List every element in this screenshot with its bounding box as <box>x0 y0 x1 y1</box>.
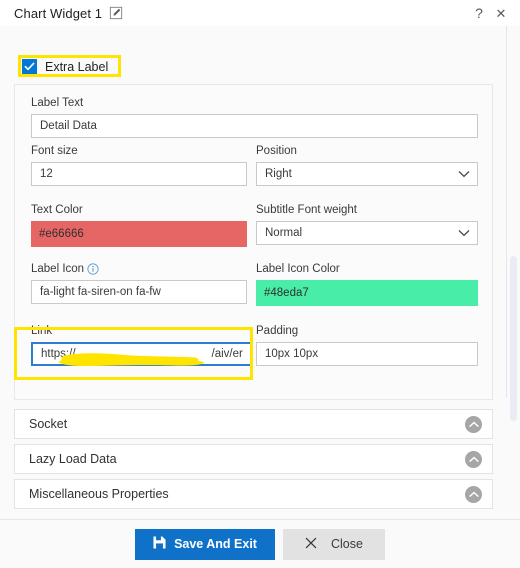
close-button-label: Close <box>330 537 363 551</box>
dialog-body: Extra Label Label Text Detail Data Font … <box>0 26 520 519</box>
field-subtitle-font-weight: Subtitle Font weight Normal <box>256 204 478 245</box>
dialog-titlebar: Chart Widget 1 ? ✕ <box>0 0 520 26</box>
accordion-socket-label: Socket <box>29 417 68 431</box>
settings-grid: Label Text Detail Data Font size 12 Posi… <box>15 85 492 399</box>
link-value-suffix: /aiv/er <box>211 348 243 360</box>
help-button[interactable]: ? <box>468 2 490 24</box>
chevron-up-icon[interactable] <box>465 415 482 433</box>
extra-label-label: Extra Label <box>45 59 109 74</box>
subtitle-font-weight-select-wrap: Normal <box>256 221 478 245</box>
text-color-label: Text Color <box>31 204 83 216</box>
save-and-exit-label: Save And Exit <box>174 537 257 551</box>
field-label-text: Label Text Detail Data <box>31 97 478 138</box>
scrollbar-thumb[interactable] <box>510 256 517 421</box>
close-x-icon <box>305 537 317 552</box>
dialog-title: Chart Widget 1 <box>14 5 103 21</box>
close-button[interactable]: Close <box>282 528 385 560</box>
position-select[interactable]: Right <box>256 162 478 186</box>
extra-label-settings-card: Label Text Detail Data Font size 12 Posi… <box>14 84 493 400</box>
field-padding: Padding 10px 10px <box>256 325 478 366</box>
label-icon-input[interactable]: fa-light fa-siren-on fa-fw <box>31 280 247 304</box>
accordion-miscellaneous-properties-label: Miscellaneous Properties <box>29 487 169 501</box>
info-circle-icon[interactable] <box>87 263 99 275</box>
accordion-miscellaneous-properties[interactable]: Miscellaneous Properties <box>14 479 493 509</box>
edit-pencil-icon[interactable] <box>108 6 123 21</box>
chart-widget-dialog: Chart Widget 1 ? ✕ Extra Label Label Tex… <box>0 0 520 568</box>
settings-scroll-pane: Extra Label Label Text Detail Data Font … <box>0 26 520 519</box>
extra-label-checkbox[interactable] <box>22 59 37 74</box>
dialog-footer: Save And Exit Close <box>0 519 520 568</box>
link-value-prefix: https:// <box>41 348 76 360</box>
padding-label: Padding <box>256 325 299 337</box>
chevron-up-icon[interactable] <box>465 450 482 468</box>
subtitle-font-weight-label: Subtitle Font weight <box>256 204 358 216</box>
field-link: Link https:// /aiv/er <box>31 325 253 366</box>
pane-edge-divider <box>506 26 507 398</box>
subtitle-font-weight-select[interactable]: Normal <box>256 221 478 245</box>
link-label: Link <box>31 325 53 337</box>
field-text-color: Text Color #e66666 <box>31 204 247 247</box>
accordion-lazy-load-data-label: Lazy Load Data <box>29 452 117 466</box>
label-icon-color-label: Label Icon Color <box>256 263 340 275</box>
accordion-lazy-load-data[interactable]: Lazy Load Data <box>14 444 493 474</box>
extra-label-checkbox-row[interactable]: Extra Label <box>18 56 118 77</box>
font-size-label: Font size <box>31 145 78 157</box>
label-icon-label: Label Icon <box>31 263 247 275</box>
field-label-icon: Label Icon fa-light fa-siren-on fa-fw <box>31 263 247 304</box>
label-text-label: Label Text <box>31 97 84 109</box>
vertical-scrollbar[interactable] <box>509 26 518 519</box>
field-position: Position Right <box>256 145 478 186</box>
position-select-wrap: Right <box>256 162 478 186</box>
save-floppy-icon <box>153 536 166 552</box>
text-color-input[interactable]: #e66666 <box>31 221 247 247</box>
field-label-icon-color: Label Icon Color #48eda7 <box>256 263 478 306</box>
label-icon-label-text: Label Icon <box>31 263 85 275</box>
chevron-up-icon[interactable] <box>465 485 482 503</box>
padding-input[interactable]: 10px 10px <box>256 342 478 366</box>
link-input[interactable]: https:// /aiv/er <box>31 342 253 366</box>
accordion-socket[interactable]: Socket <box>14 409 493 439</box>
label-text-input[interactable]: Detail Data <box>31 114 478 138</box>
label-icon-color-input[interactable]: #48eda7 <box>256 280 478 306</box>
close-icon[interactable]: ✕ <box>490 2 512 24</box>
position-label: Position <box>256 145 297 157</box>
font-size-input[interactable]: 12 <box>31 162 247 186</box>
save-and-exit-button[interactable]: Save And Exit <box>135 528 275 560</box>
field-font-size: Font size 12 <box>31 145 247 186</box>
